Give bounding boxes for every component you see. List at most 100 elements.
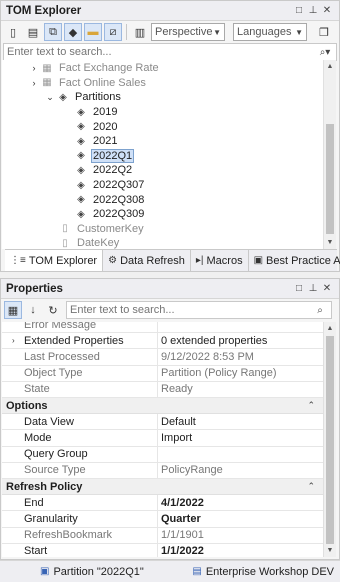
columns-icon[interactable]: ▥	[131, 23, 149, 41]
display-folders-icon[interactable]: ▤	[24, 23, 42, 41]
close-icon[interactable]: ✕	[320, 283, 334, 294]
partition-icon: ◈	[77, 208, 85, 220]
properties-search-input[interactable]	[67, 304, 309, 316]
expand-arrow-icon[interactable]: ›	[28, 63, 40, 73]
scroll-up-icon[interactable]: ▲	[324, 60, 336, 73]
tree-node[interactable]: ◈ 2022Q307	[2, 178, 323, 193]
expand-arrow-icon[interactable]: ›	[12, 336, 15, 345]
property-value[interactable]: 1/1/2022	[158, 545, 323, 557]
property-grid: Error Message › Extended Properties 0 exten…	[2, 322, 323, 557]
tab-best-practice-a[interactable]: ▣Best Practice A...	[249, 250, 340, 271]
pin-icon[interactable]: ⊥	[306, 5, 320, 16]
perspectives-dropdown[interactable]: Perspectives ▼	[151, 23, 225, 41]
status-model-name: Enterprise Workshop DEV	[205, 565, 334, 578]
property-value[interactable]: Quarter	[158, 513, 323, 525]
tab-macros[interactable]: ▸| Macros	[191, 250, 249, 271]
scrollbar-thumb[interactable]	[326, 124, 334, 234]
search-icon[interactable]: ⌕▾	[314, 47, 336, 58]
property-category[interactable]: Options ⌃	[2, 398, 323, 415]
scroll-up-icon[interactable]: ▲	[324, 322, 336, 335]
languages-label: Languages	[237, 26, 292, 38]
search-icon[interactable]: ⌕	[309, 305, 331, 316]
tree-node[interactable]: ▯ DateKey	[2, 236, 323, 249]
partition-icon: ◈	[77, 179, 85, 191]
property-row[interactable]: State Ready	[2, 381, 323, 398]
window-position-icon[interactable]: □	[292, 283, 306, 294]
property-value[interactable]: 0 extended properties	[158, 335, 323, 347]
collapse-arrow-icon[interactable]: ⌄	[44, 92, 56, 103]
copy-icon[interactable]: ❐	[315, 23, 333, 41]
tree-scrollbar[interactable]: ▲ ▼	[323, 60, 336, 249]
scrollbar-thumb[interactable]	[326, 336, 334, 544]
property-row[interactable]: › Extended Properties 0 extended propertie…	[2, 333, 323, 350]
partition-icon: ◈	[77, 164, 85, 176]
property-row[interactable]: Data View Default	[2, 414, 323, 431]
tree-search-input[interactable]	[4, 46, 314, 58]
tree-node[interactable]: › ▦ Fact Online Sales	[2, 76, 323, 91]
hierarchy-icon[interactable]: ⧉	[44, 23, 62, 41]
window-position-icon[interactable]: □	[292, 5, 306, 16]
tree-node[interactable]: ◈ 2021	[2, 134, 323, 149]
cube-icon[interactable]: ◆	[64, 23, 82, 41]
tree-node[interactable]: ◈ 2019	[2, 105, 323, 120]
tree-node[interactable]: ⌄ ◈ Partitions	[2, 90, 323, 105]
properties-panel: Properties □ ⊥ ✕ ▦ ↓ ↻ ⌕ Error Message›E…	[0, 278, 340, 560]
tab-data-refresh[interactable]: ⚙ Data Refresh	[103, 250, 191, 271]
category-label: Options	[6, 399, 48, 412]
property-row[interactable]: Mode Import	[2, 430, 323, 447]
refresh-properties-icon[interactable]: ↻	[44, 301, 62, 319]
tree-node-label: 2022Q2	[93, 164, 133, 177]
close-icon[interactable]: ✕	[320, 5, 334, 16]
languages-dropdown[interactable]: Languages ▼	[233, 23, 307, 41]
collapse-icon[interactable]: ⌃	[307, 481, 315, 492]
expand-arrow-icon[interactable]: ›	[28, 78, 40, 88]
categorized-icon[interactable]: ▦	[4, 301, 22, 319]
tree-node[interactable]: ◈ 2022Q2	[2, 163, 323, 178]
property-value[interactable]: 4/1/2022	[158, 497, 323, 509]
property-row[interactable]: Last Processed 9/12/2022 8:53 PM	[2, 349, 323, 366]
property-row[interactable]: Source Type PolicyRange	[2, 462, 323, 479]
tree-node[interactable]: › ▦ Fact Exchange Rate	[2, 61, 323, 76]
properties-title: Properties	[6, 282, 63, 295]
property-row[interactable]: End 4/1/2022	[2, 495, 323, 512]
refresh-icon: ⚙	[108, 255, 118, 266]
hidden-objects-icon[interactable]: ⧄	[104, 23, 122, 41]
scroll-down-icon[interactable]: ▼	[324, 544, 336, 557]
property-row[interactable]: Object Type Partition (Policy Range)	[2, 365, 323, 382]
tree-node[interactable]: ▯ CustomerKey	[2, 222, 323, 237]
partitions-icon: ◈	[59, 91, 67, 103]
property-value[interactable]: Import	[158, 432, 323, 444]
property-row[interactable]: Query Group	[2, 446, 323, 463]
tree-node[interactable]: ◈ 2022Q308	[2, 192, 323, 207]
tree-icon: ⋮≡	[10, 255, 26, 266]
property-row[interactable]: Error Message	[2, 322, 323, 334]
tree-node[interactable]: ◈ 2022Q1	[2, 148, 323, 164]
toolbar-separator	[126, 24, 127, 40]
property-row[interactable]: Start 1/1/2022	[2, 543, 323, 557]
property-value[interactable]: Default	[158, 416, 323, 428]
partition-icon: ◈	[77, 106, 85, 118]
sort-alpha-icon[interactable]: ↓	[24, 301, 42, 319]
scroll-down-icon[interactable]: ▼	[324, 236, 336, 249]
property-name: Granularity	[2, 511, 158, 527]
status-bar: ▣ Partition "2022Q1" ▤ Enterprise Worksh…	[0, 560, 340, 582]
collapse-icon[interactable]: ⌃	[307, 400, 315, 411]
property-name: State	[2, 381, 158, 397]
partition-icon: ◈	[77, 135, 85, 147]
phone-icon[interactable]: ▯	[4, 23, 22, 41]
properties-scrollbar[interactable]: ▲ ▼	[323, 322, 336, 557]
explorer-tabs: ⋮≡ TOM Explorer ⚙ Data Refresh ▸| Macros ▣ Best…	[5, 249, 340, 271]
tab-tom-explorer[interactable]: ⋮≡ TOM Explorer	[5, 250, 104, 271]
tab-label: Macros	[206, 254, 243, 267]
partition-icon: ◈	[77, 194, 85, 206]
property-row[interactable]: Granularity Quarter	[2, 511, 323, 528]
pin-icon[interactable]: ⊥	[306, 283, 320, 294]
property-category[interactable]: Refresh Policy ⌃	[2, 479, 323, 496]
tree-node[interactable]: ◈ 2022Q309	[2, 207, 323, 222]
tree-node[interactable]: ◈ 2020	[2, 119, 323, 134]
properties-toolbar: ▦ ↓ ↻ ⌕	[1, 299, 339, 321]
folder-icon[interactable]: ▬	[84, 23, 102, 41]
tree-node-label: 2021	[93, 135, 118, 148]
property-row[interactable]: RefreshBookmark 1/1/1901	[2, 527, 323, 544]
tom-explorer-title: TOM Explorer	[6, 4, 82, 17]
